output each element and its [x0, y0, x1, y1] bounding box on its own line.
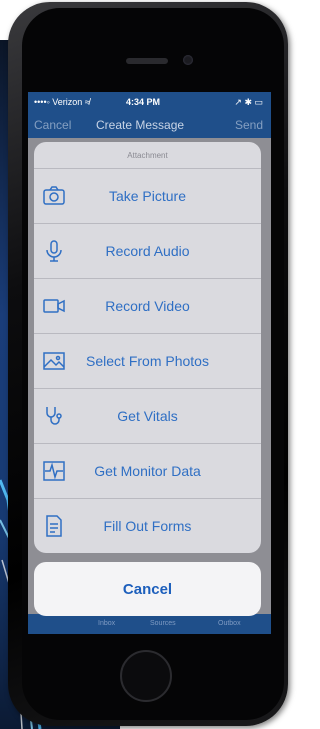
nav-send-button[interactable]: Send	[235, 118, 263, 132]
record-video-label: Record Video	[105, 298, 190, 314]
nav-bar: Cancel Create Message Send	[28, 112, 271, 138]
attachment-action-sheet: Attachment Take Picture Record Audio Rec…	[34, 142, 261, 553]
photo-icon	[42, 349, 66, 373]
tab-outbox[interactable]: Outbox	[218, 620, 241, 627]
status-icons: ↗ ✱ ▭	[234, 96, 263, 107]
camera-icon	[42, 184, 66, 208]
tab-bar: Inbox Sources Outbox	[28, 614, 271, 634]
document-icon	[42, 514, 66, 538]
record-video-option[interactable]: Record Video	[34, 279, 261, 334]
carrier-label: ••••◦ Verizon ≉	[34, 97, 90, 107]
video-camera-icon	[42, 294, 66, 318]
get-monitor-data-option[interactable]: Get Monitor Data	[34, 444, 261, 499]
take-picture-label: Take Picture	[108, 188, 187, 204]
fill-out-forms-option[interactable]: Fill Out Forms	[34, 499, 261, 553]
fill-out-forms-label: Fill Out Forms	[103, 518, 192, 534]
record-audio-option[interactable]: Record Audio	[34, 224, 261, 279]
front-camera	[183, 55, 193, 65]
stethoscope-icon	[42, 404, 66, 428]
get-vitals-label: Get Vitals	[117, 408, 178, 424]
nav-cancel-button[interactable]: Cancel	[34, 118, 71, 132]
get-monitor-data-label: Get Monitor Data	[94, 463, 201, 479]
select-from-photos-label: Select From Photos	[86, 353, 209, 369]
monitor-waveform-icon	[42, 459, 66, 483]
tab-sources[interactable]: Sources	[150, 620, 176, 627]
page-title: Create Message	[96, 118, 185, 132]
phone-screen: ••••◦ Verizon ≉ 4:34 PM ↗ ✱ ▭ Cancel Cre…	[28, 92, 271, 634]
clock-label: 4:34 PM	[126, 97, 161, 107]
microphone-icon	[42, 239, 66, 263]
action-sheet-title: Attachment	[34, 142, 261, 169]
earpiece-speaker	[126, 58, 168, 64]
tab-inbox[interactable]: Inbox	[98, 620, 115, 627]
select-from-photos-option[interactable]: Select From Photos	[34, 334, 261, 389]
record-audio-label: Record Audio	[105, 243, 190, 259]
home-button[interactable]	[120, 650, 172, 702]
status-bar: ••••◦ Verizon ≉ 4:34 PM ↗ ✱ ▭	[28, 92, 271, 112]
take-picture-option[interactable]: Take Picture	[34, 169, 261, 224]
get-vitals-option[interactable]: Get Vitals	[34, 389, 261, 444]
cancel-button[interactable]: Cancel	[34, 562, 261, 616]
